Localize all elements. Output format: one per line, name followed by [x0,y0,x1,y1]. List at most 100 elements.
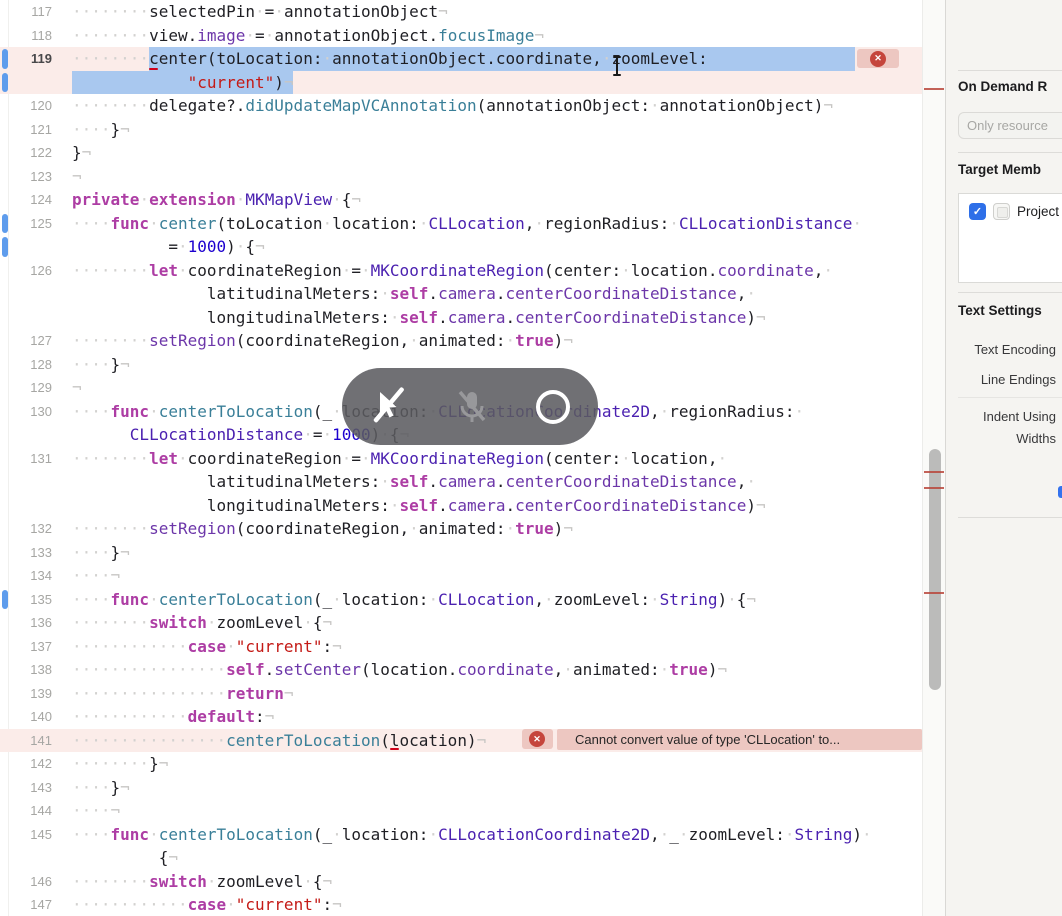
code-row[interactable]: 132 ········setRegion(coordinateRegion,·a… [0,517,922,541]
code-row[interactable]: "current")¬ [0,71,922,95]
error-underline [149,67,158,70]
code-row[interactable]: latitudinalMeters:·self.camera.centerCoo… [0,282,922,306]
code-row[interactable]: 139 ················return¬ [0,682,922,706]
error-badge-icon[interactable]: ✕ [870,50,886,67]
line-number[interactable]: 123 [0,165,52,189]
code-line-text: ····func·centerToLocation(_·location:·CL… [72,824,872,844]
line-number[interactable]: 132 [0,517,52,541]
code-row[interactable]: 136 ········switch·zoomLevel·{¬ [0,611,922,635]
on-demand-tags-input[interactable]: Only resource [958,112,1062,139]
code-row[interactable]: 118 ········view.image·=·annotationObject… [0,24,922,48]
ibeam-cursor-icon [612,56,622,76]
code-row[interactable]: 143 ····}¬ [0,776,922,800]
line-number[interactable]: 140 [0,705,52,729]
scrollbar-error-mark [924,471,944,473]
line-number[interactable]: 143 [0,776,52,800]
line-number[interactable]: 128 [0,353,52,377]
code-line-text: "current")¬ [187,72,294,92]
line-number[interactable]: 142 [0,752,52,776]
code-row[interactable]: 146 ········switch·zoomLevel·{¬ [0,870,922,894]
screen-share-hud[interactable] [342,368,598,445]
code-line-text: ········switch·zoomLevel·{¬ [72,613,333,632]
pointer-hidden-icon[interactable] [368,385,410,429]
line-number[interactable]: 117 [0,0,52,24]
line-number[interactable]: 136 [0,611,52,635]
line-number[interactable]: 125 [0,212,52,236]
line-number[interactable]: 126 [0,259,52,283]
code-row[interactable]: 121 ····}¬ [0,118,922,142]
code-row[interactable]: {¬ [0,846,922,870]
line-number[interactable]: 131 [0,447,52,471]
code-row[interactable]: 144 ····¬ [0,799,922,823]
code-row[interactable]: 120 ········delegate?.didUpdateMapVCAnnot… [0,94,922,118]
line-number[interactable]: 119 [0,47,52,71]
widths-label: Widths [1016,431,1056,446]
code-line-text: =·1000)·{¬ [168,237,265,256]
code-row[interactable]: 134 ····¬ [0,564,922,588]
line-number[interactable]: 141 [0,729,52,753]
line-number[interactable]: 124 [0,188,52,212]
target-membership-header: Target Memb [958,162,1042,177]
inline-error-message[interactable]: Cannot convert value of type 'CLLocation… [557,728,922,750]
code-row[interactable]: 137 ············case·"current":¬ [0,635,922,659]
code-row[interactable]: 131 ········let·coordinateRegion·=·MKCoor… [0,447,922,471]
line-number[interactable]: 133 [0,541,52,565]
code-line-text: ····}¬ [72,777,130,797]
microphone-muted-icon[interactable] [452,386,492,428]
code-row[interactable]: 145 ····func·centerToLocation(_·location:… [0,823,922,847]
line-number[interactable]: 130 [0,400,52,424]
code-row[interactable]: 122}¬ [0,141,922,165]
code-row[interactable]: 126 ········let·coordinateRegion·=·MKCoor… [0,259,922,283]
code-row[interactable]: 125 ····func·center(toLocation·location:·… [0,212,922,236]
code-row[interactable]: 123 ¬ [0,165,922,189]
code-row[interactable]: 140 ············default:¬ [0,705,922,729]
code-row[interactable]: 124 private·extension·MKMapView·{¬ [0,188,922,212]
code-row[interactable]: 138 ················self.setCenter(locati… [0,658,922,682]
line-number[interactable]: 122 [0,141,52,165]
code-row[interactable]: longitudinalMeters:·self.camera.centerCo… [0,306,922,330]
app-target-icon [993,203,1010,220]
code-line-text: ········setRegion(coordinateRegion,·anim… [72,331,573,350]
scrollbar-track[interactable] [922,0,945,916]
code-line-text: longitudinalMeters:·self.camera.centerCo… [206,307,766,327]
record-circle-icon[interactable] [534,388,572,426]
line-number[interactable]: 146 [0,870,52,894]
line-number[interactable]: 134 [0,564,52,588]
line-number[interactable]: 145 [0,823,52,847]
line-number[interactable]: 147 [0,893,52,916]
line-number[interactable]: 139 [0,682,52,706]
line-number[interactable]: 118 [0,24,52,48]
line-number[interactable]: 135 [0,588,52,612]
error-underline [390,748,399,750]
scrollbar-thumb[interactable] [929,449,941,690]
code-row[interactable]: 135 ····func·centerToLocation(_·location:… [0,588,922,612]
line-number[interactable]: 121 [0,118,52,142]
code-line-text: ············case·"current":¬ [72,636,342,656]
code-row[interactable]: 117 ········selectedPin·=·annotationObjec… [0,0,922,24]
code-line-text: ········let·coordinateRegion·=·MKCoordin… [72,448,728,468]
line-number[interactable]: 138 [0,658,52,682]
section-divider [958,70,1062,71]
target-checkbox[interactable]: ✓ [969,203,986,220]
line-number[interactable]: 120 [0,94,52,118]
code-line-text: ············case·"current":¬ [72,895,342,914]
code-row[interactable]: latitudinalMeters:·self.camera.centerCoo… [0,470,922,494]
section-divider [958,517,1062,518]
error-badge-icon[interactable]: ✕ [529,731,545,747]
line-number[interactable]: 137 [0,635,52,659]
code-row[interactable]: 133 ····}¬ [0,541,922,565]
line-number[interactable]: 129 [0,376,52,400]
widths-stepper-fragment[interactable] [1058,486,1062,498]
code-row[interactable]: 127 ········setRegion(coordinateRegion,·a… [0,329,922,353]
code-line-text: latitudinalMeters:·self.camera.centerCoo… [206,284,756,303]
code-row[interactable]: longitudinalMeters:·self.camera.centerCo… [0,494,922,518]
source-editor[interactable]: 117 ········selectedPin·=·annotationObjec… [0,0,922,916]
line-number[interactable]: 144 [0,799,52,823]
code-row[interactable]: 147 ············case·"current":¬ [0,893,922,916]
code-row[interactable]: 142 ········}¬ [0,752,922,776]
line-number[interactable]: 127 [0,329,52,353]
code-row[interactable]: 119 ········center(toLocation:·annotation… [0,47,922,71]
section-divider [958,152,1062,153]
code-row[interactable]: =·1000)·{¬ [0,235,922,259]
code-line-text: ····}¬ [72,542,130,562]
